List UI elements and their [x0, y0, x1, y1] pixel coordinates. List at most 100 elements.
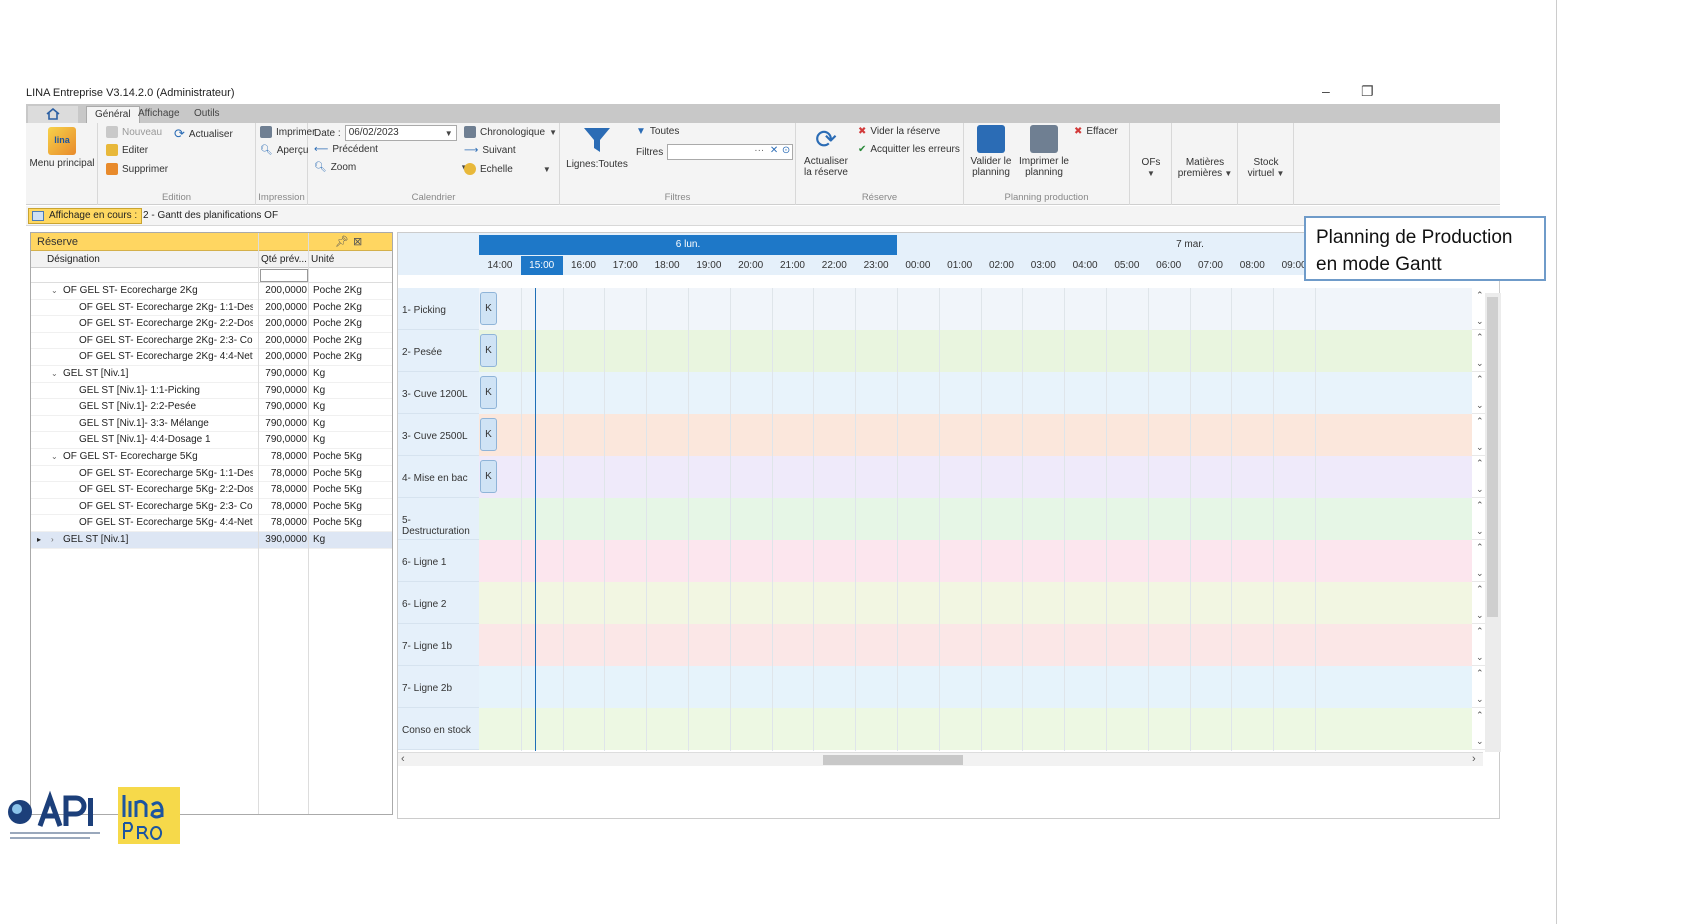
qty-filter-input[interactable]: [260, 269, 308, 282]
lane-body[interactable]: [479, 708, 1472, 750]
reserve-row[interactable]: GEL ST [Niv.1]- 3:3- Mélange 790,0000 Kg: [31, 416, 392, 433]
lane-scroll-down-icon[interactable]: ⌄: [1476, 610, 1484, 621]
reserve-row[interactable]: ▸ › GEL ST [Niv.1] 390,0000 Kg: [31, 531, 392, 549]
lane-scroll-up-icon[interactable]: ⌃: [1476, 500, 1484, 511]
lane-body[interactable]: [479, 498, 1472, 540]
reserve-row[interactable]: GEL ST [Niv.1]- 1:1-Picking 790,0000 Kg: [31, 383, 392, 400]
lane-scroll-up-icon[interactable]: ⌃: [1476, 290, 1484, 301]
date-input[interactable]: 06/02/2023 ▼: [344, 125, 457, 141]
scroll-left-icon[interactable]: ‹: [401, 753, 405, 765]
toutes-filter-button[interactable]: ▼ Toutes: [636, 126, 679, 137]
col-unit[interactable]: Unité: [311, 254, 334, 265]
lane-scroll-down-icon[interactable]: ⌄: [1476, 316, 1484, 327]
supprimer-button[interactable]: Supprimer: [106, 163, 168, 175]
filtres-input[interactable]: ··· ✕ ⊙: [667, 144, 794, 160]
ofs-button[interactable]: OFs ▼: [1130, 157, 1172, 179]
reserve-row[interactable]: GEL ST [Niv.1]- 2:2-Pesée 790,0000 Kg: [31, 399, 392, 416]
vider-reserve-button[interactable]: ✖ Vider la réserve: [858, 126, 940, 137]
lane-scroll-down-icon[interactable]: ⌄: [1476, 652, 1484, 663]
affichage-badge[interactable]: Affichage en cours :: [28, 208, 143, 224]
lignes-toutes-button[interactable]: Lignes:Toutes: [564, 125, 630, 170]
lane-scroll-down-icon[interactable]: ⌄: [1476, 400, 1484, 411]
reserve-row[interactable]: ⌄ GEL ST [Niv.1] 790,0000 Kg: [31, 366, 392, 383]
actualiser-reserve-button[interactable]: ⟳ Actualiser la réserve: [798, 125, 854, 178]
lane-scroll-up-icon[interactable]: ⌃: [1476, 374, 1484, 385]
valider-planning-button[interactable]: Valider le planning: [966, 125, 1016, 178]
lane-scroll-down-icon[interactable]: ⌄: [1476, 736, 1484, 747]
lane-scroll-up-icon[interactable]: ⌃: [1476, 710, 1484, 721]
gantt-horizontal-scrollbar[interactable]: ‹ ›: [398, 752, 1483, 766]
expand-toggle-icon[interactable]: ⌄: [51, 369, 58, 378]
zoom-button[interactable]: 🔍︎Zoom▼: [314, 162, 468, 173]
reserve-row[interactable]: OF GEL ST- Ecorecharge 5Kg- 1:1-Destr...…: [31, 466, 392, 483]
tab-outils[interactable]: Outils: [186, 106, 228, 123]
lane-body[interactable]: [479, 330, 1472, 372]
horizontal-scroll-thumb[interactable]: [823, 755, 963, 765]
close-panel-icon[interactable]: ⊠: [353, 235, 362, 248]
gantt-vertical-scrollbar[interactable]: [1485, 293, 1501, 752]
filtres-ellipsis[interactable]: ···: [754, 145, 764, 156]
matieres-premieres-button[interactable]: Matières premières ▼: [1172, 157, 1238, 179]
lane-body[interactable]: [479, 666, 1472, 708]
lane-body[interactable]: [479, 624, 1472, 666]
lane-body[interactable]: [479, 456, 1472, 498]
col-designation[interactable]: Désignation: [47, 254, 100, 265]
lane-scroll-down-icon[interactable]: ⌄: [1476, 358, 1484, 369]
reserve-row[interactable]: GEL ST [Niv.1]- 4:4-Dosage 1 790,0000 Kg: [31, 432, 392, 449]
stock-virtuel-button[interactable]: Stock virtuel ▼: [1238, 157, 1294, 179]
lane-collapse-button[interactable]: K: [480, 376, 497, 409]
reserve-row[interactable]: OF GEL ST- Ecorecharge 2Kg- 4:4-Netto...…: [31, 349, 392, 366]
lane-body[interactable]: [479, 414, 1472, 456]
effacer-button[interactable]: ✖ Effacer: [1074, 126, 1118, 137]
lane-scroll-down-icon[interactable]: ⌄: [1476, 568, 1484, 579]
lane-scroll-up-icon[interactable]: ⌃: [1476, 584, 1484, 595]
lane-scroll-up-icon[interactable]: ⌃: [1476, 668, 1484, 679]
lane-scroll-up-icon[interactable]: ⌃: [1476, 626, 1484, 637]
pin-icon[interactable]: 📌︎: [335, 235, 349, 248]
reserve-row[interactable]: OF GEL ST- Ecorecharge 5Kg- 2:3- Condit.…: [31, 499, 392, 516]
lane-body[interactable]: [479, 372, 1472, 414]
expand-toggle-icon[interactable]: ⌄: [51, 452, 58, 461]
editer-button[interactable]: Editer: [106, 144, 148, 156]
apercu-button[interactable]: 🔍︎ Aperçu: [260, 145, 308, 156]
day-band-mon[interactable]: 6 lun.: [479, 235, 897, 255]
lane-scroll-up-icon[interactable]: ⌃: [1476, 416, 1484, 427]
lane-scroll-up-icon[interactable]: ⌃: [1476, 542, 1484, 553]
lane-collapse-button[interactable]: K: [480, 292, 497, 325]
acquitter-button[interactable]: ✔ Acquitter les erreurs: [858, 144, 960, 155]
lane-scroll-down-icon[interactable]: ⌄: [1476, 694, 1484, 705]
menu-principal-button[interactable]: lina Menu principal: [28, 127, 96, 169]
clear-filter-icon[interactable]: ✕: [770, 145, 778, 156]
reserve-row[interactable]: OF GEL ST- Ecorecharge 5Kg- 2:2-Dosag...…: [31, 482, 392, 499]
reserve-row[interactable]: ⌄ OF GEL ST- Ecorecharge 5Kg 78,0000 Poche …: [31, 449, 392, 466]
tab-affichage[interactable]: Affichage: [130, 106, 188, 123]
reserve-row[interactable]: OF GEL ST- Ecorecharge 5Kg- 4:4-Netto...…: [31, 515, 392, 532]
lane-scroll-up-icon[interactable]: ⌃: [1476, 332, 1484, 343]
reserve-row[interactable]: OF GEL ST- Ecorecharge 2Kg- 2:2-Dosag...…: [31, 316, 392, 333]
lane-scroll-down-icon[interactable]: ⌄: [1476, 442, 1484, 453]
reserve-row[interactable]: OF GEL ST- Ecorecharge 2Kg- 2:3- Condit.…: [31, 333, 392, 350]
restore-button[interactable]: ❐: [1361, 83, 1374, 100]
expand-toggle-icon[interactable]: ⌄: [51, 286, 58, 295]
suivant-button[interactable]: ⟶ Suivant: [464, 145, 516, 156]
echelle-button[interactable]: Echelle ▼: [464, 163, 551, 175]
reserve-row[interactable]: ⌄ OF GEL ST- Ecorecharge 2Kg 200,0000 Poche…: [31, 283, 392, 300]
lane-body[interactable]: [479, 288, 1472, 330]
lane-collapse-button[interactable]: K: [480, 460, 497, 493]
lane-collapse-button[interactable]: K: [480, 334, 497, 367]
lane-collapse-button[interactable]: K: [480, 418, 497, 451]
vertical-scroll-thumb[interactable]: [1487, 297, 1498, 617]
lane-scroll-down-icon[interactable]: ⌄: [1476, 526, 1484, 537]
scroll-right-icon[interactable]: ›: [1472, 753, 1476, 765]
nouveau-button[interactable]: Nouveau: [106, 126, 162, 138]
precedent-button[interactable]: ⟵ Précédent: [314, 144, 378, 155]
minimize-button[interactable]: –: [1322, 83, 1330, 99]
lane-scroll-up-icon[interactable]: ⌃: [1476, 458, 1484, 469]
lane-body[interactable]: [479, 540, 1472, 582]
expand-toggle-icon[interactable]: ›: [51, 535, 54, 544]
reserve-row[interactable]: OF GEL ST- Ecorecharge 2Kg- 1:1-Destr...…: [31, 300, 392, 317]
apply-filter-icon[interactable]: ⊙: [782, 145, 790, 156]
chronologique-button[interactable]: Chronologique ▼: [464, 126, 557, 138]
lane-scroll-down-icon[interactable]: ⌄: [1476, 484, 1484, 495]
col-qty[interactable]: Qté prév...: [261, 254, 307, 265]
